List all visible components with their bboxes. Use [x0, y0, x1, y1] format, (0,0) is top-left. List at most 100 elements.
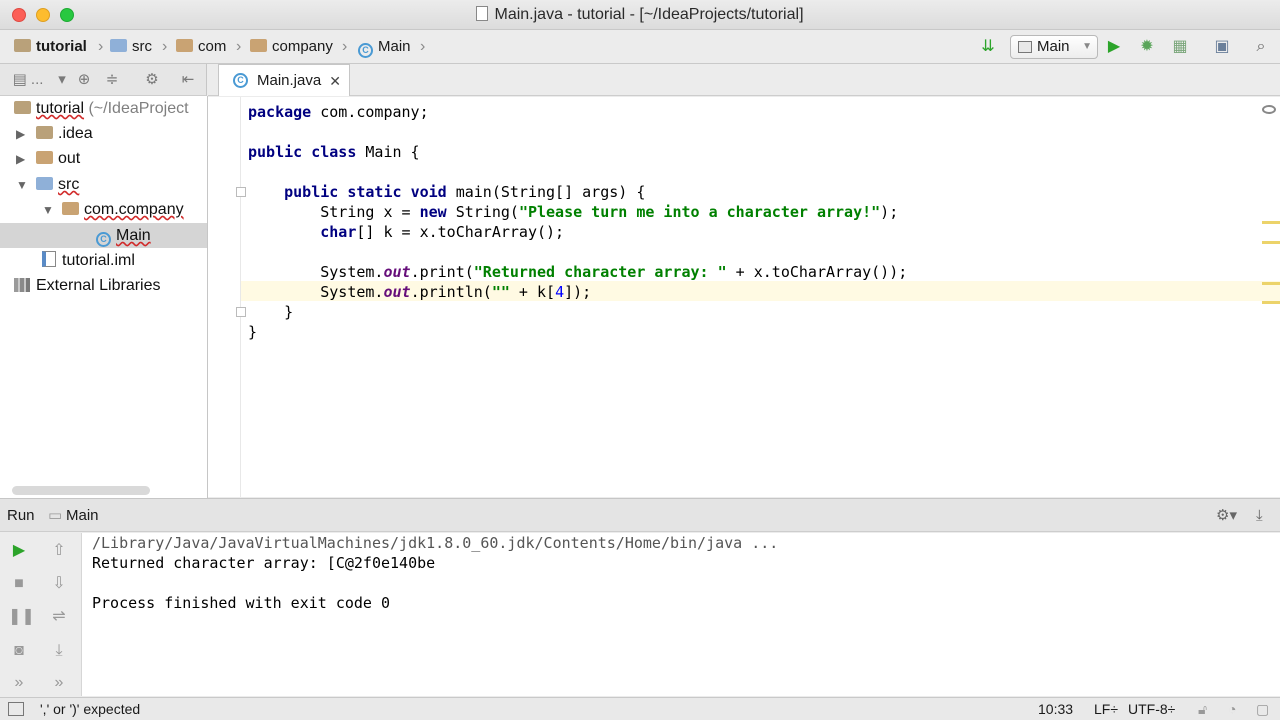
class-icon: C: [358, 43, 373, 58]
chevron-down-icon[interactable]: ▼: [42, 198, 56, 223]
toggle-panels-icon[interactable]: [8, 702, 24, 716]
debug-icon[interactable]: ✹: [1137, 37, 1157, 57]
code-line: ​: [248, 122, 907, 142]
breadcrumb-com[interactable]: com: [176, 30, 226, 64]
horizontal-scrollbar[interactable]: [12, 486, 150, 495]
project-tree: tutorial (~/IdeaProject ▶ .idea ▶ out ▼ src…: [0, 96, 208, 498]
more-icon[interactable]: »: [8, 673, 30, 693]
caret-position[interactable]: 10:33: [1038, 698, 1073, 720]
gear-icon[interactable]: ⚙: [142, 71, 162, 89]
rerun-icon[interactable]: ▶: [8, 541, 30, 561]
build-icon[interactable]: ⇊: [978, 37, 998, 57]
console-output[interactable]: /Library/Java/JavaVirtualMachines/jdk1.8…: [82, 533, 1280, 696]
pause-icon[interactable]: ❚❚: [8, 607, 35, 627]
code-line: System.out.println("" + k[4]);: [248, 283, 592, 301]
console-line: /Library/Java/JavaVirtualMachines/jdk1.8…: [92, 534, 779, 552]
arrow-up-icon[interactable]: ⇧: [48, 541, 70, 561]
tree-item-com-company[interactable]: ▼ com.company: [42, 197, 184, 222]
breadcrumb-tutorial[interactable]: tutorial: [14, 30, 87, 64]
warning-stripe[interactable]: [1262, 282, 1280, 285]
code-line: }: [248, 303, 294, 321]
title-bar: Main.java - tutorial - [~/IdeaProjects/t…: [0, 0, 1280, 30]
run-config-select[interactable]: Main ▼: [1010, 35, 1098, 59]
hide-panel-icon[interactable]: ⤓: [1256, 499, 1263, 533]
status-bar: ',' or ')' expected 10:33 LF÷ UTF-8÷ 🔓︎ …: [0, 697, 1280, 720]
tab-main-java[interactable]: C Main.java ✕: [218, 64, 350, 96]
warning-stripe[interactable]: [1262, 221, 1280, 224]
hide-panel-icon[interactable]: ⇤: [178, 71, 198, 89]
folder-icon: [36, 151, 53, 164]
stop-icon[interactable]: ■: [8, 574, 30, 594]
lock-icon[interactable]: 🔓︎: [1198, 698, 1207, 720]
line-separator[interactable]: LF÷: [1094, 698, 1118, 720]
chevron-right-icon: ›: [236, 38, 242, 55]
tree-item-tutorial-iml[interactable]: tutorial.iml: [42, 248, 135, 273]
coverage-icon[interactable]: ▦: [1170, 37, 1190, 57]
chevron-down-icon[interactable]: ▼: [16, 173, 30, 198]
collapse-all-icon[interactable]: ≑: [102, 71, 122, 89]
code-line: ​: [248, 242, 907, 262]
camera-icon[interactable]: ◙: [8, 641, 30, 661]
run-panel-title[interactable]: Run: [7, 499, 35, 533]
arrow-down-icon[interactable]: ⇩: [48, 574, 70, 594]
module-file-icon: [42, 251, 56, 267]
chevron-right-icon: ›: [162, 38, 168, 55]
chevron-right-icon[interactable]: ▶: [16, 122, 30, 147]
search-icon[interactable]: ⌕: [1251, 37, 1271, 57]
status-message: ',' or ')' expected: [40, 701, 141, 717]
tree-item-main[interactable]: C Main: [96, 223, 151, 248]
breadcrumb-main[interactable]: C Main: [358, 30, 411, 64]
scroll-to-end-icon[interactable]: ⤓: [48, 641, 70, 661]
code-line: System.out.print("Returned character arr…: [248, 263, 908, 281]
code-editor[interactable]: package com.company;​public class Main {…: [208, 97, 1280, 497]
chevron-down-icon[interactable]: ▾: [52, 71, 72, 89]
project-panel-toolbar: ▤ ... ▾ ⊕ ≑ ⚙ ⇤: [0, 64, 207, 96]
tree-item-src[interactable]: ▼ src: [16, 172, 79, 197]
inspector-icon[interactable]: ◔: [1228, 698, 1236, 720]
application-icon: [1018, 41, 1032, 53]
class-icon: C: [96, 232, 111, 247]
editor-tab-bar: C Main.java ✕: [208, 64, 1280, 96]
tree-item-idea[interactable]: ▶ .idea: [16, 121, 93, 146]
more-icon[interactable]: »: [48, 673, 70, 693]
chevron-right-icon: ›: [420, 38, 426, 55]
fold-marker[interactable]: [236, 307, 246, 317]
close-tab-icon[interactable]: ✕: [329, 65, 341, 97]
code-line: }: [248, 323, 258, 341]
run-icon[interactable]: ▶: [1104, 37, 1124, 57]
chevron-right-icon: ›: [342, 38, 348, 55]
editor-gutter[interactable]: [208, 97, 241, 497]
code-text[interactable]: package com.company;​public class Main {…: [248, 102, 907, 342]
libraries-icon: [14, 278, 30, 292]
code-line: public class Main {: [248, 143, 420, 161]
document-icon: [476, 6, 489, 21]
code-line: char[] k = x.toCharArray();: [320, 223, 565, 241]
chevron-right-icon[interactable]: ▶: [16, 147, 30, 172]
code-line: public static void main(String[] args) {: [284, 183, 646, 201]
breadcrumb-src[interactable]: src: [110, 30, 152, 64]
project-structure-icon[interactable]: ▣: [1212, 37, 1232, 57]
folder-icon: [14, 101, 31, 114]
file-encoding[interactable]: UTF-8÷: [1128, 698, 1175, 720]
run-panel-header: Run ▭ Main ⚙▾ ⤓: [0, 498, 1280, 532]
run-config-tab[interactable]: Main: [66, 499, 99, 533]
folder-icon: [14, 39, 31, 52]
tree-item-out[interactable]: ▶ out: [16, 146, 80, 171]
locate-icon[interactable]: ⊕: [74, 71, 94, 89]
tree-item-external-libraries[interactable]: External Libraries: [14, 273, 161, 298]
breadcrumb-company[interactable]: company: [250, 30, 333, 64]
warning-stripe[interactable]: [1262, 301, 1280, 304]
run-toolbar: ▶ ⇧ ■ ⇩ ❚❚ ⇌ ◙ ⤓ » »: [0, 533, 82, 696]
console-line: Process finished with exit code 0: [92, 594, 391, 612]
fold-marker[interactable]: [236, 187, 246, 197]
package-icon: [62, 202, 79, 215]
class-icon: C: [233, 73, 248, 88]
project-view-select[interactable]: ▤ ...: [10, 71, 46, 89]
tree-item-tutorial[interactable]: tutorial (~/IdeaProject: [14, 96, 189, 121]
event-log-icon[interactable]: ▢: [1256, 698, 1269, 720]
eye-icon[interactable]: [1262, 105, 1276, 114]
wrap-icon[interactable]: ⇌: [48, 607, 70, 627]
warning-stripe[interactable]: [1262, 241, 1280, 244]
gear-icon[interactable]: ⚙▾: [1216, 499, 1237, 533]
